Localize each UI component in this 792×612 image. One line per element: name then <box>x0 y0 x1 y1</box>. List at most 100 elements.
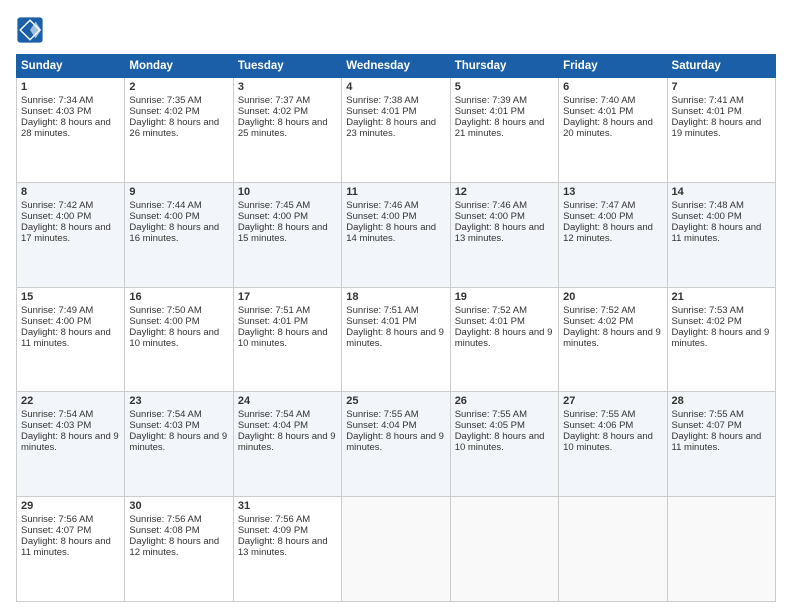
sunrise-text: Sunrise: 7:54 AM <box>238 409 310 420</box>
sunrise-text: Sunrise: 7:55 AM <box>346 409 418 420</box>
header <box>16 16 776 44</box>
day-cell: 18Sunrise: 7:51 AMSunset: 4:01 PMDayligh… <box>342 287 450 392</box>
daylight-text: Daylight: 8 hours and 23 minutes. <box>346 117 436 139</box>
sunrise-text: Sunrise: 7:54 AM <box>21 409 93 420</box>
sunset-text: Sunset: 4:09 PM <box>238 525 308 536</box>
col-header-sunday: Sunday <box>17 55 125 78</box>
sunrise-text: Sunrise: 7:46 AM <box>346 200 418 211</box>
col-header-saturday: Saturday <box>667 55 775 78</box>
sunset-text: Sunset: 4:00 PM <box>672 211 742 222</box>
day-number: 8 <box>21 186 120 198</box>
day-cell: 24Sunrise: 7:54 AMSunset: 4:04 PMDayligh… <box>233 392 341 497</box>
day-cell: 9Sunrise: 7:44 AMSunset: 4:00 PMDaylight… <box>125 182 233 287</box>
sunset-text: Sunset: 4:00 PM <box>21 211 91 222</box>
day-cell: 12Sunrise: 7:46 AMSunset: 4:00 PMDayligh… <box>450 182 558 287</box>
daylight-text: Daylight: 8 hours and 26 minutes. <box>129 117 219 139</box>
daylight-text: Daylight: 8 hours and 11 minutes. <box>21 327 111 349</box>
sunrise-text: Sunrise: 7:56 AM <box>129 514 201 525</box>
day-number: 20 <box>563 291 662 303</box>
week-row-2: 8Sunrise: 7:42 AMSunset: 4:00 PMDaylight… <box>17 182 776 287</box>
logo-icon <box>16 16 44 44</box>
day-number: 23 <box>129 395 228 407</box>
day-number: 1 <box>21 81 120 93</box>
day-number: 6 <box>563 81 662 93</box>
sunrise-text: Sunrise: 7:38 AM <box>346 95 418 106</box>
daylight-text: Daylight: 8 hours and 10 minutes. <box>129 327 219 349</box>
sunrise-text: Sunrise: 7:37 AM <box>238 95 310 106</box>
daylight-text: Daylight: 8 hours and 9 minutes. <box>672 327 770 349</box>
sunset-text: Sunset: 4:00 PM <box>21 316 91 327</box>
day-cell: 7Sunrise: 7:41 AMSunset: 4:01 PMDaylight… <box>667 78 775 183</box>
sunset-text: Sunset: 4:02 PM <box>672 316 742 327</box>
sunset-text: Sunset: 4:01 PM <box>346 106 416 117</box>
day-number: 18 <box>346 291 445 303</box>
sunrise-text: Sunrise: 7:56 AM <box>21 514 93 525</box>
sunrise-text: Sunrise: 7:35 AM <box>129 95 201 106</box>
day-number: 26 <box>455 395 554 407</box>
daylight-text: Daylight: 8 hours and 9 minutes. <box>563 327 661 349</box>
sunrise-text: Sunrise: 7:53 AM <box>672 305 744 316</box>
day-cell: 28Sunrise: 7:55 AMSunset: 4:07 PMDayligh… <box>667 392 775 497</box>
sunset-text: Sunset: 4:00 PM <box>238 211 308 222</box>
sunrise-text: Sunrise: 7:45 AM <box>238 200 310 211</box>
sunrise-text: Sunrise: 7:56 AM <box>238 514 310 525</box>
sunset-text: Sunset: 4:02 PM <box>238 106 308 117</box>
day-number: 5 <box>455 81 554 93</box>
day-number: 24 <box>238 395 337 407</box>
daylight-text: Daylight: 8 hours and 10 minutes. <box>238 327 328 349</box>
sunset-text: Sunset: 4:00 PM <box>129 316 199 327</box>
daylight-text: Daylight: 8 hours and 9 minutes. <box>346 327 444 349</box>
day-cell: 5Sunrise: 7:39 AMSunset: 4:01 PMDaylight… <box>450 78 558 183</box>
daylight-text: Daylight: 8 hours and 17 minutes. <box>21 222 111 244</box>
sunrise-text: Sunrise: 7:52 AM <box>563 305 635 316</box>
day-number: 28 <box>672 395 771 407</box>
sunrise-text: Sunrise: 7:40 AM <box>563 95 635 106</box>
daylight-text: Daylight: 8 hours and 9 minutes. <box>129 431 227 453</box>
daylight-text: Daylight: 8 hours and 9 minutes. <box>455 327 553 349</box>
daylight-text: Daylight: 8 hours and 13 minutes. <box>455 222 545 244</box>
sunrise-text: Sunrise: 7:34 AM <box>21 95 93 106</box>
sunset-text: Sunset: 4:01 PM <box>238 316 308 327</box>
sunset-text: Sunset: 4:03 PM <box>129 420 199 431</box>
day-number: 31 <box>238 500 337 512</box>
sunrise-text: Sunrise: 7:54 AM <box>129 409 201 420</box>
sunset-text: Sunset: 4:04 PM <box>346 420 416 431</box>
daylight-text: Daylight: 8 hours and 9 minutes. <box>21 431 119 453</box>
day-cell: 27Sunrise: 7:55 AMSunset: 4:06 PMDayligh… <box>559 392 667 497</box>
daylight-text: Daylight: 8 hours and 28 minutes. <box>21 117 111 139</box>
calendar: SundayMondayTuesdayWednesdayThursdayFrid… <box>16 54 776 602</box>
sunset-text: Sunset: 4:01 PM <box>455 316 525 327</box>
daylight-text: Daylight: 8 hours and 12 minutes. <box>129 536 219 558</box>
day-number: 14 <box>672 186 771 198</box>
sunset-text: Sunset: 4:07 PM <box>21 525 91 536</box>
logo <box>16 16 48 44</box>
day-cell: 2Sunrise: 7:35 AMSunset: 4:02 PMDaylight… <box>125 78 233 183</box>
sunset-text: Sunset: 4:07 PM <box>672 420 742 431</box>
sunrise-text: Sunrise: 7:47 AM <box>563 200 635 211</box>
day-number: 13 <box>563 186 662 198</box>
day-number: 11 <box>346 186 445 198</box>
sunrise-text: Sunrise: 7:52 AM <box>455 305 527 316</box>
sunrise-text: Sunrise: 7:51 AM <box>346 305 418 316</box>
sunrise-text: Sunrise: 7:39 AM <box>455 95 527 106</box>
day-number: 9 <box>129 186 228 198</box>
day-number: 3 <box>238 81 337 93</box>
day-number: 30 <box>129 500 228 512</box>
daylight-text: Daylight: 8 hours and 11 minutes. <box>672 431 762 453</box>
week-row-3: 15Sunrise: 7:49 AMSunset: 4:00 PMDayligh… <box>17 287 776 392</box>
daylight-text: Daylight: 8 hours and 14 minutes. <box>346 222 436 244</box>
sunrise-text: Sunrise: 7:44 AM <box>129 200 201 211</box>
day-cell: 23 Sunrise: 7:54 AMSunset: 4:03 PMDayligh… <box>125 392 233 497</box>
day-number: 7 <box>672 81 771 93</box>
sunset-text: Sunset: 4:02 PM <box>129 106 199 117</box>
sunset-text: Sunset: 4:08 PM <box>129 525 199 536</box>
day-number: 22 <box>21 395 120 407</box>
col-header-tuesday: Tuesday <box>233 55 341 78</box>
day-number: 16 <box>129 291 228 303</box>
week-row-1: 1Sunrise: 7:34 AMSunset: 4:03 PMDaylight… <box>17 78 776 183</box>
day-cell: 25Sunrise: 7:55 AMSunset: 4:04 PMDayligh… <box>342 392 450 497</box>
day-cell: 31Sunrise: 7:56 AMSunset: 4:09 PMDayligh… <box>233 497 341 602</box>
sunrise-text: Sunrise: 7:55 AM <box>563 409 635 420</box>
sunset-text: Sunset: 4:00 PM <box>129 211 199 222</box>
day-cell: 14Sunrise: 7:48 AMSunset: 4:00 PMDayligh… <box>667 182 775 287</box>
